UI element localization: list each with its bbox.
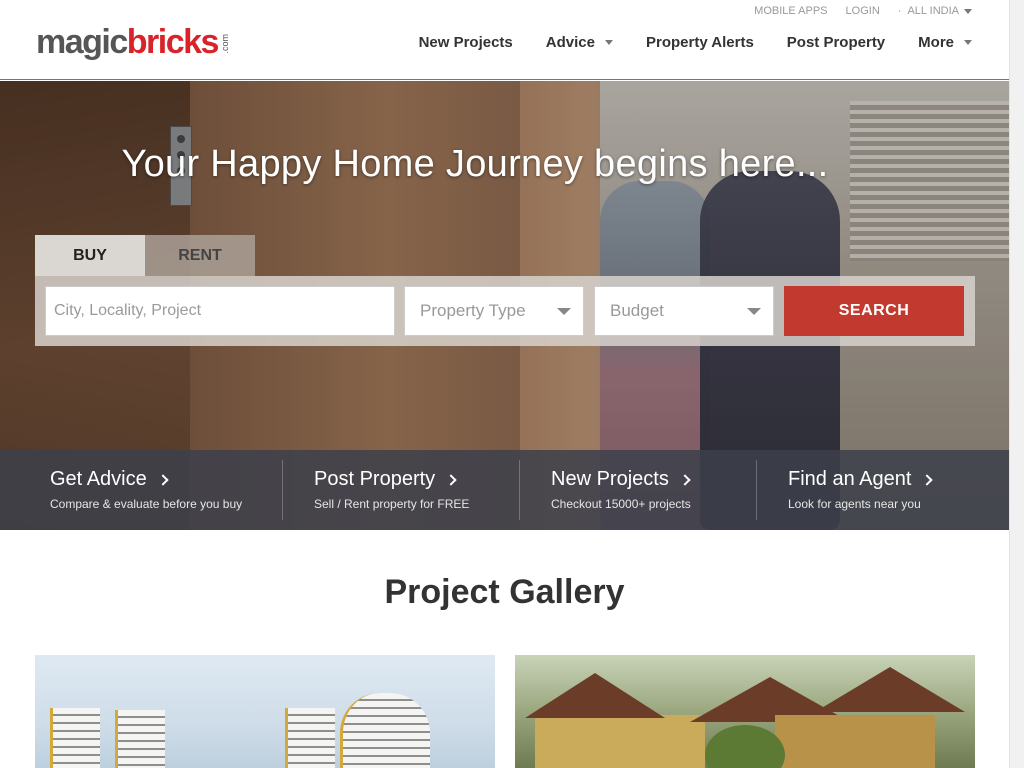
page-scrollbar[interactable] (1009, 0, 1024, 768)
mobile-apps-link[interactable]: MOBILE APPS (754, 5, 827, 17)
quick-link-title-text: Post Property (314, 468, 436, 490)
nav-more-label: More (918, 34, 954, 51)
nav-post-property-label: Post Property (786, 34, 886, 51)
separator-dot: · (897, 5, 902, 17)
top-links: MOBILE APPS LOGIN · ALL INDIA (736, 5, 972, 17)
villa-wall (535, 715, 705, 768)
quick-link-find-agent[interactable]: Find an Agent Look for agents near you (756, 450, 1009, 530)
nav-advice[interactable]: Advice (546, 34, 613, 51)
tree-image (705, 725, 785, 768)
chevron-down-icon (747, 308, 761, 315)
quick-link-title-text: Get Advice (50, 468, 147, 490)
nav-property-alerts-label: Property Alerts (645, 34, 754, 51)
project-gallery-title: Project Gallery (384, 573, 625, 611)
tower-image (340, 693, 430, 768)
search-tabs: BUY RENT (35, 235, 255, 276)
quick-link-subtitle: Look for agents near you (788, 497, 921, 511)
nav-new-projects[interactable]: New Projects (419, 34, 513, 51)
main-nav: New Projects Advice Property Alerts Post… (386, 34, 972, 51)
quick-link-title-text: New Projects (551, 468, 669, 490)
chevron-down-icon (604, 40, 613, 45)
villa-roof (525, 673, 665, 718)
quick-link-title: Get Advice (50, 468, 282, 491)
magicbricks-logo[interactable]: magicbricks .com (36, 24, 230, 60)
chevron-down-icon (964, 8, 972, 14)
logo-magic-text: magic (36, 23, 128, 61)
tab-rent[interactable]: RENT (145, 235, 255, 276)
chevron-right-icon (445, 473, 457, 486)
nav-advice-label: Advice (545, 34, 595, 51)
project-card-villa[interactable] (515, 655, 975, 768)
tower-image (285, 708, 335, 768)
logo-bricks-text: bricks (126, 23, 220, 61)
location-search-input[interactable] (45, 286, 395, 336)
quick-link-subtitle: Sell / Rent property for FREE (314, 497, 470, 511)
tab-buy[interactable]: BUY (35, 235, 145, 276)
chevron-down-icon (557, 308, 571, 315)
property-type-label: Property Type (420, 301, 526, 320)
property-type-select[interactable]: Property Type (404, 286, 584, 336)
login-link[interactable]: LOGIN (846, 5, 880, 17)
chevron-down-icon (964, 40, 972, 45)
quick-link-subtitle: Compare & evaluate before you buy (50, 497, 243, 511)
villa-roof (815, 667, 965, 712)
nav-more[interactable]: More (918, 34, 972, 51)
project-card-towers[interactable] (35, 655, 495, 768)
chevron-right-icon (157, 473, 169, 486)
hero-title: Your Happy Home Journey begins here... (121, 143, 829, 185)
chevron-right-icon (679, 473, 691, 486)
logo-wordmark: magicbricks (36, 23, 220, 61)
villa-wall (775, 715, 935, 768)
region-selector[interactable]: ALL INDIA (907, 5, 972, 17)
quick-link-new-projects[interactable]: New Projects Checkout 15000+ projects (519, 450, 756, 530)
nav-property-alerts[interactable]: Property Alerts (646, 34, 754, 51)
tower-image (50, 708, 100, 768)
quick-link-title: New Projects (551, 468, 756, 491)
search-panel: Property Type Budget SEARCH (35, 276, 975, 346)
tower-image (115, 710, 165, 768)
quick-links-bar: Get Advice Compare & evaluate before you… (0, 450, 1009, 530)
nav-post-property[interactable]: Post Property (787, 34, 885, 51)
site-header: magicbricks .com MOBILE APPS LOGIN · ALL… (0, 0, 1009, 80)
budget-label: Budget (610, 301, 664, 320)
quick-link-get-advice[interactable]: Get Advice Compare & evaluate before you… (0, 450, 282, 530)
quick-link-title: Find an Agent (788, 468, 1009, 491)
nav-new-projects-label: New Projects (418, 34, 513, 51)
quick-link-title-text: Find an Agent (788, 468, 912, 490)
quick-link-post-property[interactable]: Post Property Sell / Rent property for F… (282, 450, 519, 530)
quick-link-title: Post Property (314, 468, 519, 491)
search-button[interactable]: SEARCH (784, 286, 964, 336)
logo-suffix: .com (219, 34, 230, 54)
chevron-right-icon (921, 473, 934, 486)
budget-select[interactable]: Budget (594, 286, 774, 336)
quick-link-subtitle: Checkout 15000+ projects (551, 497, 691, 511)
region-label: ALL INDIA (907, 5, 959, 17)
